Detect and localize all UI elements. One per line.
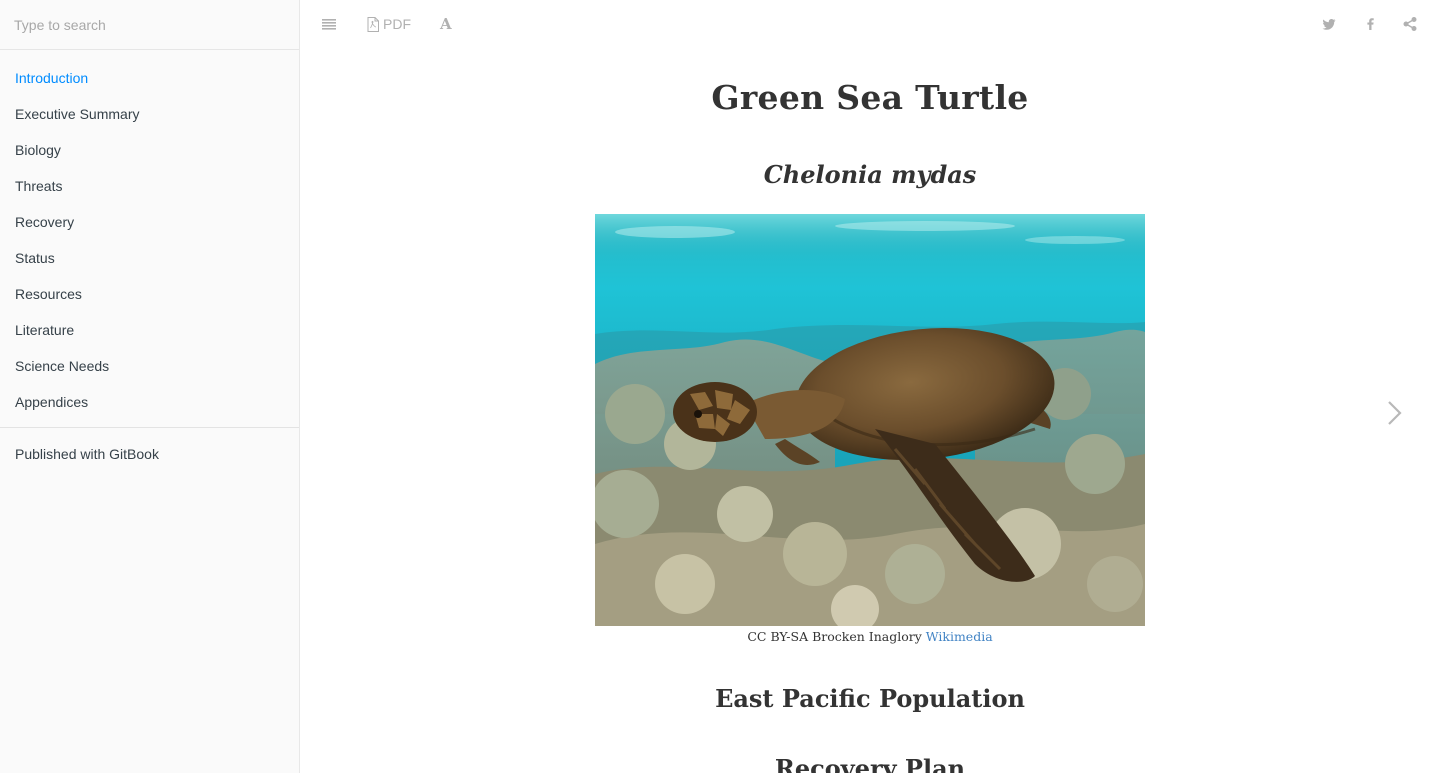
sidebar-item-appendices[interactable]: Appendices bbox=[0, 384, 299, 420]
sidebar-item-resources[interactable]: Resources bbox=[0, 276, 299, 312]
sea-turtle-photo bbox=[595, 214, 1145, 626]
sidebar-item-biology[interactable]: Biology bbox=[0, 132, 299, 168]
section-heading-east-pacific: East Pacific Population bbox=[715, 684, 1025, 713]
sidebar-item-introduction[interactable]: Introduction bbox=[0, 60, 299, 96]
wikimedia-link[interactable]: Wikimedia bbox=[926, 629, 993, 644]
sidebar-divider bbox=[0, 427, 299, 428]
search-box bbox=[0, 0, 299, 50]
facebook-icon[interactable] bbox=[1365, 14, 1375, 34]
toolbar: PDF A bbox=[300, 0, 1440, 48]
sidebar-item-executive-summary[interactable]: Executive Summary bbox=[0, 96, 299, 132]
font-settings-button[interactable]: A bbox=[440, 14, 452, 34]
section-heading-recovery-plan: Recovery Plan bbox=[774, 754, 966, 773]
sidebar-item-science-needs[interactable]: Science Needs bbox=[0, 348, 299, 384]
chapter-list: Introduction Executive Summary Biology T… bbox=[0, 50, 299, 420]
photo-caption: CC BY-SA Brocken Inaglory Wikimedia bbox=[300, 629, 1440, 644]
published-with-gitbook-link[interactable]: Published with GitBook bbox=[0, 437, 299, 471]
page-subtitle: Chelonia mydas bbox=[763, 160, 977, 189]
pdf-button[interactable]: PDF bbox=[367, 14, 411, 34]
sidebar-item-status[interactable]: Status bbox=[0, 240, 299, 276]
sidebar-item-threats[interactable]: Threats bbox=[0, 168, 299, 204]
pdf-file-icon bbox=[367, 16, 379, 32]
pdf-label: PDF bbox=[383, 16, 411, 32]
sidebar: Introduction Executive Summary Biology T… bbox=[0, 0, 300, 773]
page-content: Green Sea Turtle Chelonia mydas CC BY-SA… bbox=[300, 48, 1440, 773]
next-page-chevron-icon[interactable] bbox=[1385, 398, 1405, 428]
sidebar-item-literature[interactable]: Literature bbox=[0, 312, 299, 348]
sidebar-item-recovery[interactable]: Recovery bbox=[0, 204, 299, 240]
photo-credit-text: CC BY-SA Brocken Inaglory bbox=[747, 629, 926, 644]
search-input[interactable] bbox=[14, 16, 284, 33]
twitter-icon[interactable] bbox=[1322, 14, 1336, 34]
page-title: Green Sea Turtle bbox=[711, 78, 1029, 117]
hamburger-icon[interactable] bbox=[322, 14, 336, 34]
share-icon[interactable] bbox=[1403, 14, 1417, 34]
